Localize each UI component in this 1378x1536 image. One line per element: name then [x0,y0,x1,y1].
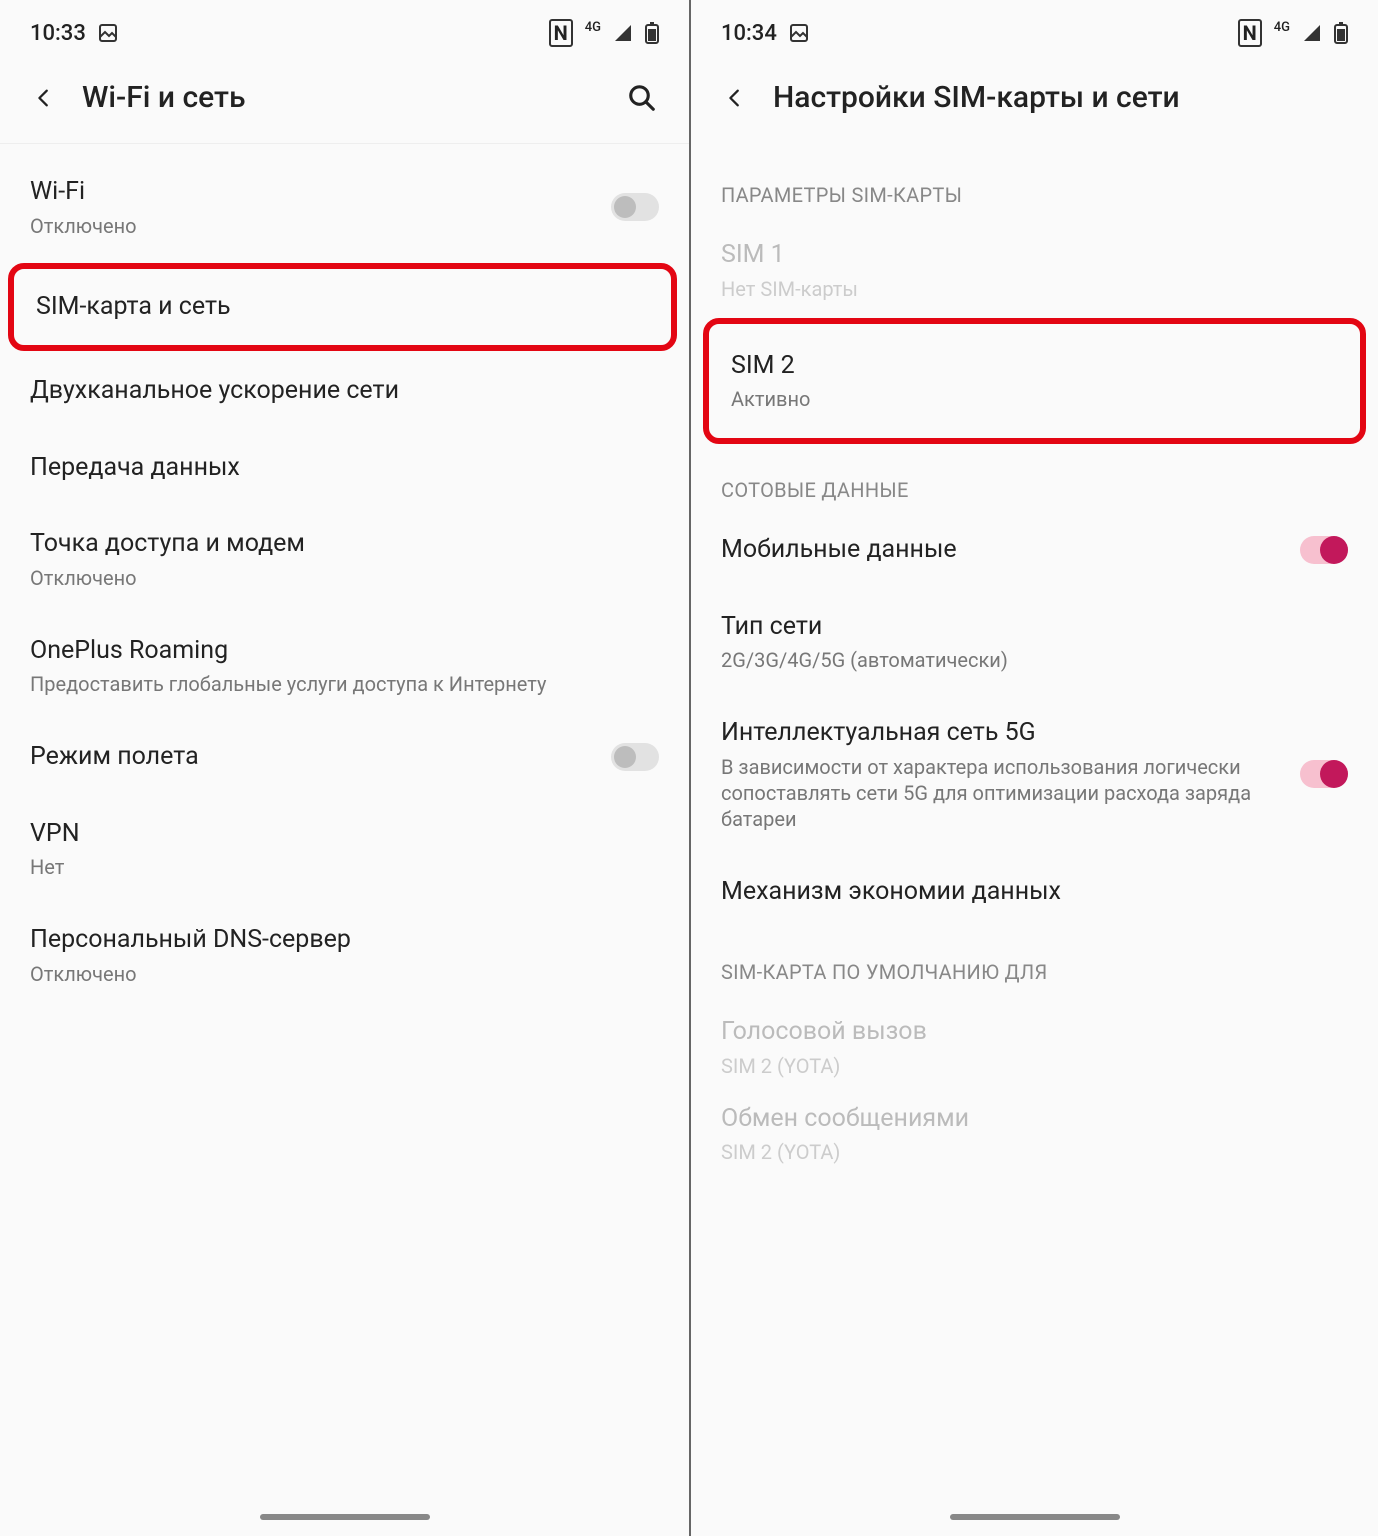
item-wifi[interactable]: Wi-Fi Отключено [0,154,689,261]
screen-sim-settings: 10:34 N 4G Настройки SIM-карты и сети ПА… [689,0,1378,1536]
status-bar: 10:33 N 4G [0,0,689,56]
item-title: Обмен сообщениями [721,1103,1348,1136]
item-subtitle: 2G/3G/4G/5G (автоматически) [721,647,1348,673]
signal-icon [613,23,633,43]
item-subtitle: Отключено [30,213,611,239]
nfc-icon: N [549,19,573,47]
smart-5g-toggle[interactable] [1300,760,1348,788]
item-data-saver[interactable]: Механизм экономии данных [691,854,1378,931]
item-smart-5g[interactable]: Интеллектуальная сеть 5G В зависимости о… [691,695,1378,854]
page-title: Настройки SIM-карты и сети [773,80,1348,115]
item-title: Мобильные данные [721,534,1300,567]
item-subtitle: В зависимости от характера использования… [721,754,1284,832]
item-subtitle: SIM 2 (YOTA) [721,1053,1348,1079]
item-dual-channel[interactable]: Двухканальное ускорение сети [0,353,689,430]
airplane-toggle[interactable] [611,743,659,771]
item-title: Тип сети [721,611,1348,644]
item-sim-card[interactable]: SIM-карта и сеть [8,263,677,352]
item-sms: Обмен сообщениями SIM 2 (YOTA) [691,1091,1378,1170]
screenshot-icon [789,23,809,43]
item-subtitle: Нет SIM-карты [721,276,1348,302]
item-title: Точка доступа и модем [30,528,659,561]
item-subtitle: Отключено [30,961,659,987]
nav-handle[interactable] [950,1514,1120,1520]
battery-icon [1334,22,1348,44]
item-vpn[interactable]: VPN Нет [0,796,689,903]
item-title: SIM-карта и сеть [36,291,649,324]
back-icon[interactable] [30,84,58,112]
titlebar: Wi-Fi и сеть [0,56,689,144]
status-bar: 10:34 N 4G [691,0,1378,56]
item-title: Интеллектуальная сеть 5G [721,717,1284,750]
item-sim1: SIM 1 Нет SIM-карты [691,217,1378,314]
item-title: Двухканальное ускорение сети [30,375,659,408]
item-data-usage[interactable]: Передача данных [0,430,689,507]
item-title: SIM 1 [721,239,1348,272]
item-title: Механизм экономии данных [721,876,1348,909]
settings-list: Wi-Fi Отключено SIM-карта и сеть Двухкан… [0,144,689,1009]
screenshot-icon [98,23,118,43]
status-time: 10:33 [30,21,86,46]
item-roaming[interactable]: OnePlus Roaming Предоставить глобальные … [0,613,689,720]
nfc-icon: N [1238,19,1262,47]
signal-4g-icon: 4G [1274,20,1290,35]
item-subtitle: Активно [731,386,1338,412]
item-title: Персональный DNS-сервер [30,924,659,957]
item-subtitle: Отключено [30,565,659,591]
item-network-type[interactable]: Тип сети 2G/3G/4G/5G (автоматически) [691,589,1378,696]
item-subtitle: Нет [30,854,659,880]
item-mobile-data[interactable]: Мобильные данные [691,512,1378,589]
titlebar: Настройки SIM-карты и сети [691,56,1378,143]
nav-handle[interactable] [260,1514,430,1520]
section-cell-data: СОТОВЫЕ ДАННЫЕ [691,448,1378,512]
item-title: Режим полета [30,741,611,774]
page-title: Wi-Fi и сеть [82,80,601,115]
section-sim-params: ПАРАМЕТРЫ SIM-КАРТЫ [691,153,1378,217]
back-icon[interactable] [721,84,749,112]
item-title: Передача данных [30,452,659,485]
item-title: Wi-Fi [30,176,611,209]
settings-list: ПАРАМЕТРЫ SIM-КАРТЫ SIM 1 Нет SIM-карты … [691,143,1378,1169]
search-icon[interactable] [625,81,659,115]
signal-4g-icon: 4G [585,20,601,35]
signal-icon [1302,23,1322,43]
section-default-for: SIM-КАРТА ПО УМОЛЧАНИЮ ДЛЯ [691,930,1378,994]
item-subtitle: SIM 2 (YOTA) [721,1139,1348,1165]
item-title: Голосовой вызов [721,1016,1348,1049]
item-title: VPN [30,818,659,851]
item-sim2[interactable]: SIM 2 Активно [703,318,1366,445]
item-dns[interactable]: Персональный DNS-сервер Отключено [0,902,689,1009]
screen-wifi-network: 10:33 N 4G Wi-Fi и сеть [0,0,689,1536]
item-subtitle: Предоставить глобальные услуги доступа к… [30,671,659,697]
status-time: 10:34 [721,21,777,46]
item-hotspot[interactable]: Точка доступа и модем Отключено [0,506,689,613]
item-voice: Голосовой вызов SIM 2 (YOTA) [691,994,1378,1091]
wifi-toggle[interactable] [611,193,659,221]
item-title: OnePlus Roaming [30,635,659,668]
item-title: SIM 2 [731,350,1338,383]
mobile-data-toggle[interactable] [1300,536,1348,564]
item-airplane[interactable]: Режим полета [0,719,689,796]
battery-icon [645,22,659,44]
